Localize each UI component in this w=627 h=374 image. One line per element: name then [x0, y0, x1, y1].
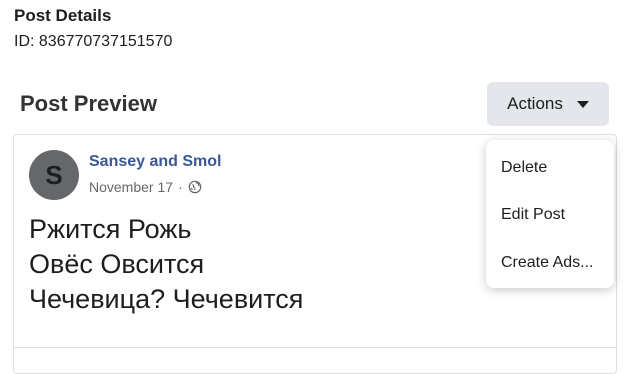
menu-item-create-ads[interactable]: Create Ads... [501, 254, 594, 272]
post-text-line: Ржится Рожь [29, 214, 192, 244]
caret-down-icon [576, 100, 589, 108]
actions-button[interactable]: Actions [487, 82, 609, 126]
post-meta: November 17 · [89, 179, 202, 195]
menu-item-edit-post[interactable]: Edit Post [501, 206, 565, 224]
post-id: ID: 836770737151570 [14, 33, 173, 50]
post-details-title: Post Details [14, 6, 112, 25]
menu-item-delete[interactable]: Delete [501, 159, 547, 177]
author-name[interactable]: Sansey and Smol [89, 153, 222, 171]
avatar-letter: S [45, 159, 63, 190]
post-text-line: Овёс Овсится [29, 249, 205, 279]
post-card-divider [13, 347, 617, 348]
globe-icon [188, 180, 202, 194]
avatar[interactable]: S [29, 150, 79, 200]
post-text: Ржится Рожь Овёс Овсится Чечевица? Чечев… [29, 212, 303, 317]
meta-separator: · [178, 179, 183, 195]
post-text-line: Чечевица? Чечевится [29, 284, 304, 314]
post-preview-title: Post Preview [20, 91, 157, 116]
actions-menu: Delete Edit Post Create Ads... [486, 140, 614, 288]
actions-button-label: Actions [507, 94, 563, 113]
post-date[interactable]: November 17 [89, 179, 173, 195]
